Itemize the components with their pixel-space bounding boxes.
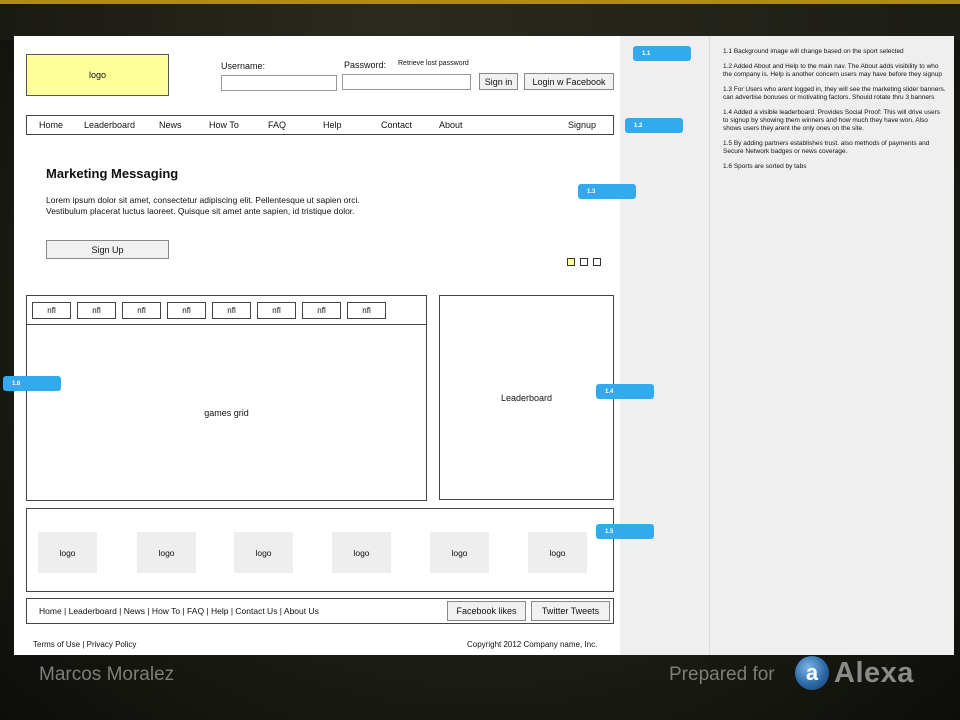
- sport-tab-6[interactable]: nfl: [257, 302, 296, 319]
- nav-faq[interactable]: FAQ: [268, 120, 286, 130]
- partner-logo-6: logo: [528, 532, 587, 573]
- sign-in-button[interactable]: Sign in: [479, 73, 518, 90]
- terms-links[interactable]: Terms of Use | Privacy Policy: [33, 640, 136, 649]
- main-nav: Home Leaderboard News How To FAQ Help Co…: [26, 115, 614, 135]
- nav-signup[interactable]: Signup: [568, 120, 596, 130]
- sport-tab-4[interactable]: nfl: [167, 302, 206, 319]
- username-input[interactable]: [221, 75, 337, 91]
- leaderboard-panel[interactable]: Leaderboard: [439, 295, 614, 500]
- hero-body-line-1: Lorem ipsum dolor sit amet, consectetur …: [46, 195, 360, 205]
- sport-tab-7[interactable]: nfl: [302, 302, 341, 319]
- callout-1-4: 1.4: [596, 384, 654, 399]
- alexa-logo-icon: a: [795, 656, 829, 690]
- callout-1-1: 1.1: [633, 46, 691, 61]
- note-1-6: 1.6 Sports are sorted by tabs: [723, 163, 807, 170]
- nav-how-to[interactable]: How To: [209, 120, 239, 130]
- note-1-3: 1.3 For Users who arent logged in, they …: [723, 86, 946, 101]
- note-1-1: 1.1 Background image will change based o…: [723, 48, 904, 55]
- author-name: Marcos Moralez: [39, 664, 175, 685]
- partner-logo-2: logo: [137, 532, 196, 573]
- callout-1-5: 1.5: [596, 524, 654, 539]
- note-1-5: 1.5 By adding partners establishes trust…: [723, 140, 930, 155]
- callout-1-2: 1.2: [625, 118, 683, 133]
- games-grid[interactable]: games grid: [26, 324, 427, 501]
- nav-news[interactable]: News: [159, 120, 182, 130]
- background-image: [0, 4, 960, 40]
- hero-title: Marketing Messaging: [46, 166, 179, 181]
- footer-links[interactable]: Home | Leaderboard | News | How To | FAQ…: [39, 606, 319, 616]
- annotation-notes: 1.1 Background image will change based o…: [723, 48, 947, 178]
- nav-contact[interactable]: Contact: [381, 120, 412, 130]
- username-label: Username:: [221, 61, 266, 71]
- sport-tab-1[interactable]: nfl: [32, 302, 71, 319]
- note-1-4: 1.4 Added a visible leaderboard. Provide…: [723, 109, 941, 132]
- nav-leaderboard[interactable]: Leaderboard: [84, 120, 135, 130]
- callout-1-3: 1.3: [578, 184, 636, 199]
- note-1-2: 1.2 Added About and Help to the main nav…: [723, 63, 942, 78]
- sport-tab-2[interactable]: nfl: [77, 302, 116, 319]
- partner-logo-4: logo: [332, 532, 391, 573]
- sport-tab-5[interactable]: nfl: [212, 302, 251, 319]
- sport-tab-8[interactable]: nfl: [347, 302, 386, 319]
- callout-1-6: 1.6: [3, 376, 61, 391]
- nav-home[interactable]: Home: [39, 120, 63, 130]
- facebook-likes-button[interactable]: Facebook likes: [447, 601, 526, 621]
- hero-body-line-2: Vestibulum placerat luctus laoreet. Quis…: [46, 206, 355, 216]
- partner-logo-1: logo: [38, 532, 97, 573]
- slider-dot-3[interactable]: [593, 258, 601, 266]
- partner-logo-5: logo: [430, 532, 489, 573]
- partner-logos-panel: [26, 508, 614, 592]
- slider-dot-2[interactable]: [580, 258, 588, 266]
- facebook-login-button[interactable]: Login w Facebook: [524, 73, 614, 90]
- alexa-wordmark: Alexa: [834, 657, 914, 689]
- partner-logo-3: logo: [234, 532, 293, 573]
- hero-body: Lorem ipsum dolor sit amet, consectetur …: [46, 195, 406, 217]
- nav-about[interactable]: About: [439, 120, 463, 130]
- twitter-tweets-button[interactable]: Twitter Tweets: [531, 601, 610, 621]
- slider-dot-1[interactable]: [567, 258, 575, 266]
- site-logo[interactable]: logo: [26, 54, 169, 96]
- password-label: Password:: [344, 60, 387, 70]
- sport-tab-3[interactable]: nfl: [122, 302, 161, 319]
- copyright: Copyright 2012 Company name, Inc.: [467, 640, 598, 649]
- retrieve-password-link[interactable]: Retrieve lost password: [398, 60, 469, 67]
- hero-sign-up-button[interactable]: Sign Up: [46, 240, 169, 259]
- notes-divider: [709, 36, 710, 655]
- nav-help[interactable]: Help: [323, 120, 342, 130]
- prepared-for-text: Prepared for: [669, 664, 775, 685]
- password-input[interactable]: [342, 74, 471, 90]
